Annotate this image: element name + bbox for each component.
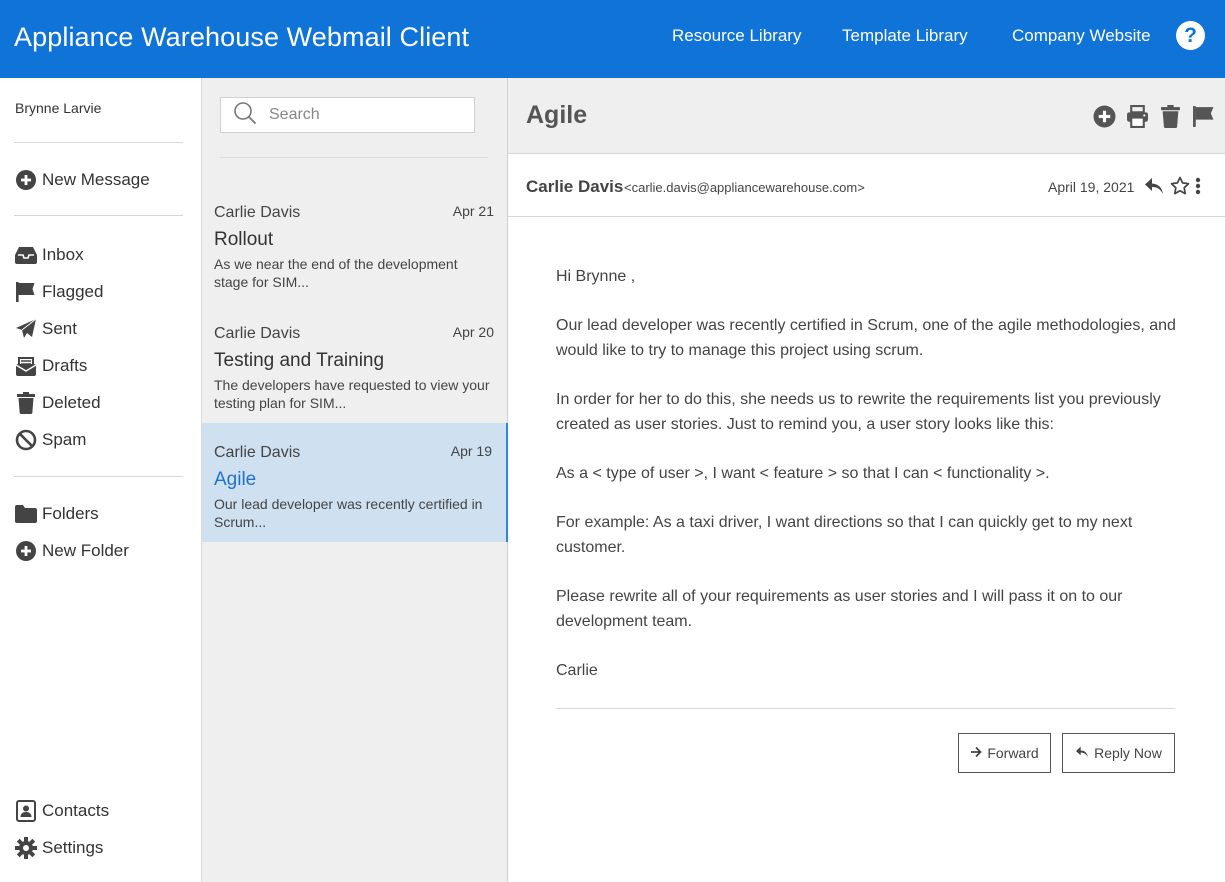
sidebar-item-deleted[interactable]: Deleted <box>15 391 101 415</box>
email-body: Hi Brynne , Our lead developer was recen… <box>556 264 1186 707</box>
message-sender: Carlie Davis <box>214 325 301 342</box>
sidebar: Brynne Larvie New Message Inbox Flagged … <box>0 78 202 882</box>
list-item-selected[interactable]: Carlie Davis Apr 19 Agile Our lead devel… <box>202 423 508 542</box>
body-signature: Carlie <box>556 662 598 679</box>
trash-icon[interactable] <box>1159 104 1182 128</box>
gear-icon <box>15 837 37 859</box>
sidebar-item-contacts[interactable]: Contacts <box>15 799 109 823</box>
arrow-right-icon <box>970 745 983 761</box>
reader-header: Agile <box>508 78 1225 154</box>
list-divider <box>220 157 488 158</box>
sidebar-item-label: Sent <box>42 319 77 338</box>
add-circle-icon[interactable] <box>1093 104 1116 128</box>
reading-pane: Agile Carlie Davis <carlie.davis@applian… <box>508 78 1225 882</box>
sender-email: <carlie.davis@appliancewarehouse.com> <box>624 180 865 195</box>
sidebar-item-label: Inbox <box>42 245 84 264</box>
sidebar-divider <box>14 142 183 143</box>
body-paragraph: As a < type of user >, I want < feature … <box>556 465 1050 482</box>
drafts-icon <box>15 355 37 377</box>
contact-book-icon <box>15 800 37 822</box>
sidebar-item-inbox[interactable]: Inbox <box>15 243 84 267</box>
message-date: Apr 21 <box>452 203 494 219</box>
sidebar-divider <box>14 215 183 216</box>
reply-icon <box>1075 745 1089 761</box>
sidebar-item-label: Settings <box>42 838 104 857</box>
sidebar-item-flagged[interactable]: Flagged <box>15 280 103 304</box>
body-divider <box>556 708 1175 709</box>
list-item[interactable]: Carlie Davis Apr 21 Rollout As we near t… <box>202 183 508 302</box>
message-date: Apr 19 <box>450 443 492 459</box>
sidebar-item-sent[interactable]: Sent <box>15 317 77 341</box>
message-subject: Testing and Training <box>214 350 385 371</box>
reply-now-button[interactable]: Reply Now <box>1062 733 1175 773</box>
sidebar-item-label: Drafts <box>42 356 88 375</box>
nav-link-template-library[interactable]: Template Library <box>842 26 968 46</box>
message-date: Apr 20 <box>452 324 494 340</box>
print-icon[interactable] <box>1126 104 1149 128</box>
message-preview: As we near the end of the development st… <box>214 256 458 290</box>
folder-icon <box>15 503 37 525</box>
new-folder-label: New Folder <box>42 541 129 560</box>
email-subject: Agile <box>526 101 588 129</box>
star-icon[interactable] <box>1170 176 1190 196</box>
sidebar-divider <box>14 476 183 477</box>
user-name: Brynne Larvie <box>15 100 102 116</box>
sidebar-item-label: Deleted <box>42 393 101 412</box>
nav-link-resource-library[interactable]: Resource Library <box>672 26 801 46</box>
body-paragraph: Our lead developer was recently certifie… <box>556 317 1176 359</box>
message-subject: Rollout <box>214 229 274 250</box>
message-preview: The developers have requested to view yo… <box>214 377 490 411</box>
sidebar-item-folders[interactable]: Folders <box>15 502 99 526</box>
list-item[interactable]: Carlie Davis Apr 20 Testing and Training… <box>202 304 508 423</box>
forward-label: Forward <box>987 745 1039 761</box>
help-icon[interactable]: ? <box>1176 21 1205 50</box>
sender-name: Carlie Davis <box>526 177 624 196</box>
search-icon <box>233 101 257 130</box>
plus-circle-icon <box>15 169 37 191</box>
body-paragraph: Hi Brynne , <box>556 268 636 285</box>
reply-icon[interactable] <box>1144 176 1164 196</box>
trash-icon <box>15 392 37 414</box>
sidebar-item-spam[interactable]: Spam <box>15 428 86 452</box>
new-message-label: New Message <box>42 170 150 189</box>
app-title: Appliance Warehouse Webmail Client <box>14 22 470 52</box>
search-input[interactable] <box>269 106 459 124</box>
flag-icon <box>15 281 37 303</box>
paper-plane-icon <box>15 318 37 340</box>
message-sender: Carlie Davis <box>214 204 301 221</box>
body-paragraph: For example: As a taxi driver, I want di… <box>556 514 1133 556</box>
email-toolbar <box>1093 104 1215 128</box>
message-list-pane: Carlie Davis Apr 21 Rollout As we near t… <box>202 78 508 882</box>
sidebar-item-settings[interactable]: Settings <box>15 836 103 860</box>
message-subject: Agile <box>214 469 257 490</box>
sidebar-item-label: Spam <box>42 430 87 449</box>
new-folder-button[interactable]: New Folder <box>15 539 129 563</box>
sidebar-item-label: Flagged <box>42 282 104 301</box>
plus-circle-icon <box>15 540 37 562</box>
new-message-button[interactable]: New Message <box>15 168 150 192</box>
flag-icon[interactable] <box>1192 104 1215 128</box>
email-date: April 19, 2021 <box>1048 179 1135 195</box>
more-vertical-icon[interactable] <box>1192 176 1204 196</box>
nav-link-company-website[interactable]: Company Website <box>1012 26 1151 46</box>
body-paragraph: In order for her to do this, she needs u… <box>556 391 1161 433</box>
forward-button[interactable]: Forward <box>958 733 1051 773</box>
inbox-icon <box>15 244 37 266</box>
sidebar-item-drafts[interactable]: Drafts <box>15 354 87 378</box>
body-paragraph: Please rewrite all of your requirements … <box>556 588 1123 630</box>
message-preview: Our lead developer was recently certifie… <box>214 496 483 530</box>
search-box[interactable] <box>220 97 475 133</box>
email-meta: Carlie Davis <carlie.davis@applianceware… <box>508 155 1225 217</box>
reply-now-label: Reply Now <box>1094 745 1162 761</box>
sidebar-item-label: Folders <box>42 504 99 523</box>
message-sender: Carlie Davis <box>214 444 301 461</box>
sidebar-item-label: Contacts <box>42 801 110 820</box>
top-header: Appliance Warehouse Webmail Client Resou… <box>0 0 1225 78</box>
ban-icon <box>15 429 37 451</box>
